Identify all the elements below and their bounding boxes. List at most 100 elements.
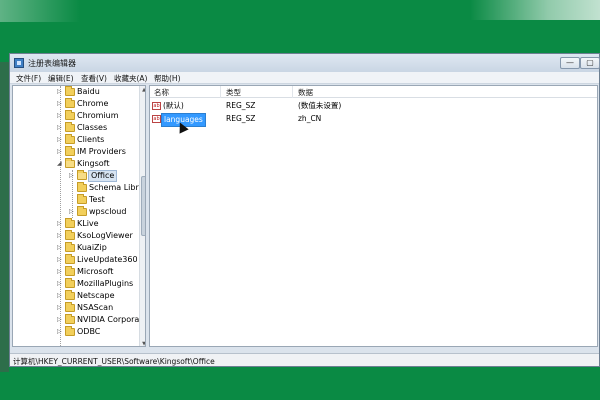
folder-open-icon: [77, 170, 87, 180]
tree-item-label: MozillaPlugins: [77, 279, 134, 288]
value-type: REG_SZ: [226, 101, 256, 110]
collapse-icon[interactable]: ◢: [57, 161, 63, 167]
tree-item-label: Kingsoft: [77, 159, 110, 168]
expand-icon[interactable]: ▷: [57, 233, 63, 239]
folder-icon: [65, 302, 75, 312]
expand-icon[interactable]: ▷: [57, 305, 63, 311]
expand-icon[interactable]: ▷: [57, 101, 63, 107]
tree-item-label: Netscape: [77, 291, 115, 300]
folder-icon: [65, 230, 75, 240]
scroll-thumb[interactable]: [141, 176, 145, 236]
expand-icon[interactable]: ▷: [57, 221, 63, 227]
tree-item-label: KuaiZip: [77, 243, 107, 252]
list-header: 名称 类型 数据: [150, 86, 597, 98]
column-separator[interactable]: [220, 86, 221, 98]
column-separator[interactable]: [292, 86, 293, 98]
expand-icon[interactable]: ▷: [57, 113, 63, 119]
expand-icon[interactable]: ▷: [57, 125, 63, 131]
string-value-icon: ab: [152, 102, 161, 110]
value-data: (数值未设置): [298, 101, 342, 110]
expand-icon[interactable]: ▷: [69, 173, 75, 179]
folder-icon: [77, 206, 87, 216]
tree-item[interactable]: ▷ Chromium: [13, 110, 139, 122]
folder-icon: [65, 218, 75, 228]
expand-icon[interactable]: ▷: [57, 149, 63, 155]
tree-item[interactable]: Schema Libra: [13, 182, 144, 194]
expand-icon[interactable]: ▷: [69, 209, 75, 215]
expand-icon[interactable]: ▷: [57, 293, 63, 299]
status-bar: 计算机\HKEY_CURRENT_USER\Software\Kingsoft\…: [10, 353, 599, 366]
column-header-type[interactable]: 类型: [226, 87, 241, 98]
menu-favorites[interactable]: 收藏夹(A): [114, 73, 147, 84]
tree-item[interactable]: ▷ KuaiZip: [13, 242, 139, 254]
folder-icon: [65, 242, 75, 252]
tree-item[interactable]: Test: [13, 194, 139, 206]
folder-icon: [65, 134, 75, 144]
tree-item[interactable]: ▷ Baidu: [13, 86, 139, 98]
maximize-button[interactable]: ▢: [580, 57, 600, 69]
column-header-name[interactable]: 名称: [154, 87, 169, 98]
tree-item[interactable]: ▷ KsoLogViewer: [13, 230, 139, 242]
menu-file[interactable]: 文件(F): [16, 73, 41, 84]
registry-path: 计算机\HKEY_CURRENT_USER\Software\Kingsoft\…: [13, 357, 215, 366]
expand-icon[interactable]: ▷: [57, 269, 63, 275]
tree-item-label: KLive: [77, 219, 99, 228]
tree-item[interactable]: ▷ LiveUpdate360: [13, 254, 139, 266]
folder-icon: [65, 254, 75, 264]
expand-icon[interactable]: ▷: [57, 281, 63, 287]
tree-item-label: Baidu: [77, 87, 100, 96]
tree-item[interactable]: ▷ NSAScan: [13, 302, 139, 314]
expand-icon[interactable]: ▷: [57, 89, 63, 95]
folder-icon: [65, 266, 75, 276]
tree-item-office[interactable]: ▷ Office: [13, 170, 139, 182]
expand-icon[interactable]: ▷: [57, 245, 63, 251]
tree-item[interactable]: ▷ Microsoft: [13, 266, 139, 278]
scroll-up-icon[interactable]: ▲: [140, 86, 145, 94]
folder-icon: [77, 194, 87, 204]
value-name: (默认): [163, 101, 184, 110]
menu-help[interactable]: 帮助(H): [154, 73, 181, 84]
tree-item-label: Microsoft: [77, 267, 114, 276]
tree-item-label: KsoLogViewer: [77, 231, 133, 240]
tree-item[interactable]: ▷ MozillaPlugins: [13, 278, 139, 290]
title-bar[interactable]: 注册表编辑器 — ▢: [10, 54, 600, 72]
column-header-data[interactable]: 数据: [298, 87, 313, 98]
values-list[interactable]: 名称 类型 数据 ab (默认) REG_SZ (数值未设置) ab langu…: [149, 85, 598, 347]
expand-icon[interactable]: ▷: [57, 257, 63, 263]
tree-item[interactable]: ▷ Classes: [13, 122, 139, 134]
minimize-button[interactable]: —: [560, 57, 580, 69]
tree-item-label: LiveUpdate360: [77, 255, 138, 264]
folder-icon: [65, 146, 75, 156]
tree-item-label: Classes: [77, 123, 108, 132]
scroll-down-icon[interactable]: ▼: [140, 340, 145, 346]
tree-item-label: wpscloud: [89, 207, 127, 216]
tree-item[interactable]: ▷ Chrome: [13, 98, 139, 110]
menu-view[interactable]: 查看(V): [81, 73, 107, 84]
tree-item[interactable]: ▷ Clients: [13, 134, 139, 146]
tree-item[interactable]: ▷ NVIDIA Corpora: [13, 314, 139, 326]
tree-item[interactable]: ▷ wpscloud: [13, 206, 139, 218]
registry-tree[interactable]: ▷ Baidu ▷ Chrome ▷ Chromium ▷ Classes ▷ …: [12, 85, 146, 347]
folder-icon: [65, 122, 75, 132]
tree-item-kingsoft[interactable]: ◢ Kingsoft: [13, 158, 139, 170]
folder-icon: [65, 326, 75, 336]
background-window-edge: [0, 62, 9, 372]
tree-item[interactable]: ▷ Netscape: [13, 290, 139, 302]
tree-item-label: IM Providers: [77, 147, 126, 156]
tree-item-label: Chrome: [77, 99, 109, 108]
folder-icon: [65, 314, 75, 324]
tree-scrollbar[interactable]: ▲ ▼: [139, 86, 145, 346]
expand-icon[interactable]: ▷: [57, 137, 63, 143]
string-value-icon: ab: [152, 115, 161, 123]
tree-item[interactable]: ▷ IM Providers: [13, 146, 139, 158]
tree-item[interactable]: ▷ ODBC: [13, 326, 139, 338]
menu-edit[interactable]: 编辑(E): [48, 73, 74, 84]
tree-item-label-selected: Office: [88, 170, 118, 182]
expand-icon[interactable]: ▷: [57, 317, 63, 323]
glare-top-right: [470, 0, 600, 20]
value-row-languages[interactable]: ab languages REG_SZ zh_CN: [150, 113, 597, 127]
expand-icon[interactable]: ▷: [57, 329, 63, 335]
tree-item-label: ODBC: [77, 327, 101, 336]
tree-item[interactable]: ▷ KLive: [13, 218, 139, 230]
value-row-default[interactable]: ab (默认) REG_SZ (数值未设置): [150, 100, 597, 112]
